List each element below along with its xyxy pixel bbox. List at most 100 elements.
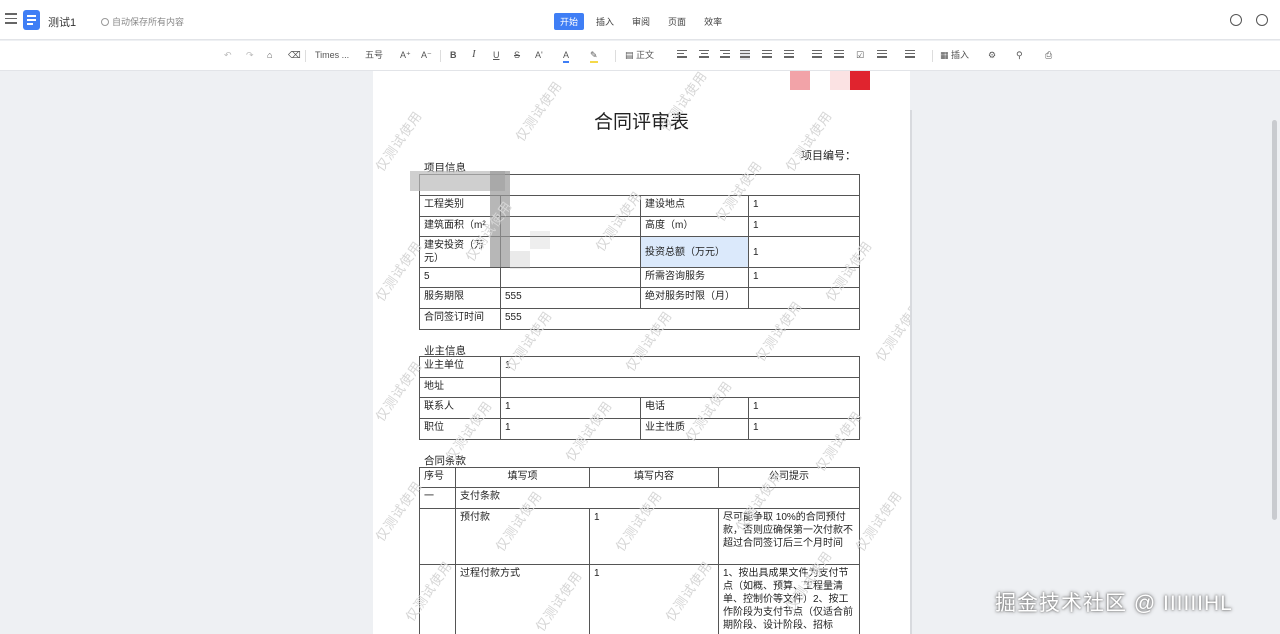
align-right-icon[interactable] [720,50,730,60]
table-cell[interactable]: 1 [748,216,860,237]
table-cell[interactable]: 工程类别 [419,195,501,217]
indent-increase-icon[interactable] [834,50,844,60]
table-cell[interactable]: 1 [500,397,641,419]
strikethrough-button[interactable]: S [514,49,520,61]
table-cell[interactable] [500,216,641,237]
table-cell[interactable]: 1 [499,356,861,378]
tab-page[interactable]: 页面 [662,13,692,30]
table-cell[interactable]: 建安投资（万元） [419,236,501,268]
align-left-icon[interactable] [677,50,687,60]
highlight-icon[interactable]: ✎ [590,49,598,63]
table-cell[interactable]: 投资总额（万元） [640,236,749,268]
table-cell[interactable]: 建设地点 [640,195,749,217]
tab-insert[interactable]: 插入 [590,13,620,30]
table-cell[interactable]: 1 [747,418,861,440]
color-swatch-red [850,71,870,90]
table-cell[interactable]: 1 [747,397,861,419]
watermark: 仅测试使用 [373,478,426,545]
table-cell[interactable]: 联系人 [419,397,501,419]
table-cell[interactable]: 地址 [419,377,501,398]
table-cell[interactable]: 所需咨询服务 [640,267,749,288]
table-cell[interactable] [500,267,641,288]
bullet-list-icon[interactable] [877,50,887,60]
table-cell[interactable] [748,287,860,309]
bold-button[interactable]: B [450,49,457,61]
clear-format-icon[interactable]: ⌫ [288,49,301,61]
format-painter-icon[interactable]: ⌂ [267,49,272,61]
tab-start[interactable]: 开始 [554,13,585,30]
owner-info-table: 业主单位 1 地址 联系人 1 电话 1 职位 1 业主性质 1 [419,356,861,440]
document-title[interactable]: 测试1 [48,14,76,30]
table-cell[interactable]: 业主单位 [419,356,501,378]
table-cell[interactable]: 1 [589,508,719,565]
insert-menu-label: 插入 [951,50,970,60]
font-family-select[interactable]: Times ... [315,49,349,61]
credit-watermark: 掘金技术社区 @ IIIIIIHL [995,592,1233,615]
table-row: 工程类别 建设地点 1 [419,195,860,217]
table-cell[interactable]: 尽可能争取 10%的合同预付款，否则应确保第一次付款不超过合同签订后三个月时间 [718,508,860,565]
table-cell[interactable]: 过程付款方式 [455,564,590,634]
document-page[interactable]: 合同评审表 项目编号： 项目信息 工程类别 建设地点 1 建筑面积（m² 高度（… [373,71,910,634]
shrink-font-button[interactable]: A⁻ [421,49,432,61]
tools-icon[interactable]: ⚙ [988,49,996,61]
table-cell[interactable]: 预付款 [455,508,590,565]
table-cell[interactable]: 绝对服务时限（月） [640,287,749,309]
paragraph-style-label: 正文 [636,50,655,60]
justify-icon[interactable] [740,50,750,60]
align-center-icon[interactable] [699,50,709,60]
table-cell[interactable]: 555 [500,287,641,309]
table-row: 5 所需咨询服务 1 [419,267,860,288]
underline-button[interactable]: U [493,49,500,61]
save-status: 自动保存所有内容 [101,15,184,28]
table-cell[interactable]: 高度（m） [640,216,749,237]
tab-efficiency[interactable]: 效率 [698,13,728,30]
collaborator-icon[interactable] [1230,14,1242,26]
history-clock-icon[interactable] [1256,14,1268,26]
insert-menu[interactable]: ▦ 插入 [940,49,969,61]
font-size-select[interactable]: 五号 [365,49,383,61]
case-button[interactable]: A' [535,49,543,61]
grow-font-button[interactable]: A⁺ [400,49,411,61]
project-number-label: 项目编号： [801,150,856,162]
line-spacing-icon[interactable] [784,50,794,60]
table-cell[interactable]: 建筑面积（m² [419,216,501,237]
table-cell[interactable]: 职位 [419,418,501,440]
hamburger-menu-icon[interactable] [5,13,17,24]
print-icon[interactable]: ⎙ [1045,49,1052,61]
table-cell[interactable]: 5 [419,267,501,288]
table-cell[interactable]: 1 [748,236,860,268]
vertical-scrollbar[interactable] [1272,120,1277,520]
table-cell[interactable]: 1、按出具成果文件为支付节点（如概、预算、工程量清单、控制价等文件）2、按工作阶… [718,564,860,634]
checklist-icon[interactable]: ☑ [856,49,864,61]
table-cell[interactable]: 1 [748,195,860,217]
table-cell[interactable]: 555 [500,308,860,330]
table-cell[interactable] [499,377,861,398]
numbered-list-icon[interactable] [905,50,915,60]
redaction-block [530,231,550,249]
distribute-icon[interactable] [762,50,772,60]
table-header-cell: 填写内容 [589,467,719,488]
table-cell[interactable] [419,564,456,634]
indent-decrease-icon[interactable] [812,50,822,60]
table-cell[interactable] [419,508,456,565]
table-cell[interactable]: 1 [500,418,641,440]
table-cell[interactable]: 电话 [640,397,749,419]
table-cell[interactable] [500,195,641,217]
table-cell[interactable]: 1 [589,564,719,634]
font-color-button[interactable]: A [563,49,570,63]
color-swatch-light [830,71,850,90]
table-cell[interactable]: 合同签订时间 [419,308,501,330]
table-cell[interactable]: 服务期限 [419,287,501,309]
undo-icon[interactable]: ↶ [224,49,232,61]
paragraph-style-select[interactable]: ▤ 正文 [625,49,654,61]
table-cell[interactable]: 一 [419,487,456,509]
italic-button[interactable]: I [472,48,476,60]
redo-icon[interactable]: ↷ [246,49,254,61]
tab-review[interactable]: 审阅 [626,13,656,30]
table-cell[interactable]: 业主性质 [640,418,749,440]
table-row: 序号 填写项 填写内容 公司提示 [419,467,860,488]
table-cell[interactable]: 支付条款 [455,487,860,509]
search-icon[interactable]: ⚲ [1016,49,1023,61]
ribbon-tabs: 开始 插入 审阅 页面 效率 [554,13,734,30]
table-cell[interactable]: 1 [748,267,860,288]
